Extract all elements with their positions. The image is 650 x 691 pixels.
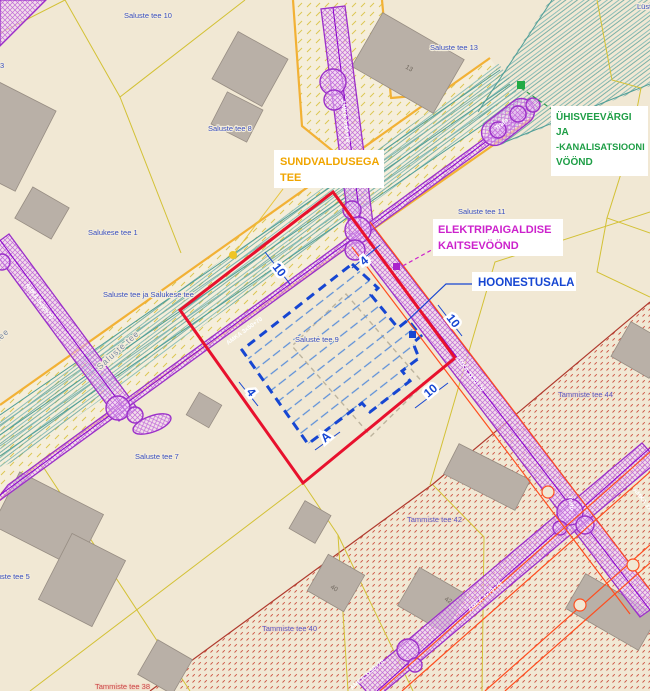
power-pole-circle — [574, 599, 586, 611]
callout-uhisveevargi-line4: VÖÖND — [556, 155, 593, 168]
power-pole-circle — [542, 486, 554, 498]
parcel-label-saluste-10: Saluste tee 10 — [124, 11, 172, 20]
parcel-label-lyst: Lüst — [637, 2, 650, 11]
parcel-label-saluste-7: Saluste tee 7 — [135, 452, 179, 461]
parcel-label-saluste-5: Saluste tee 5 — [0, 572, 30, 581]
hoonestus-marker-dot — [409, 331, 416, 338]
callout-uhisveevargi-line2: JA — [556, 127, 569, 138]
planning-map[interactable]: 13 40 42 — [0, 0, 650, 691]
parcel-label-saluste-3: 3 — [0, 61, 4, 70]
pole-symbol — [576, 516, 594, 534]
pole-symbol — [510, 106, 526, 122]
callout-elektripaigaldise-line1: ELEKTRIPAIGALDISE — [438, 224, 551, 236]
parcel-label-saluste-8: Saluste tee 8 — [208, 124, 252, 133]
callout-hoonestusala: HOONESTUSALA — [472, 272, 576, 291]
pole-symbol — [526, 98, 540, 112]
parcel-label-tammiste-38: Tammiste tee 38 — [95, 682, 150, 691]
parcel-label-tammiste-42: Tammiste tee 42 — [407, 515, 462, 524]
parcel-label-saluste-11: Saluste tee 11 — [458, 207, 505, 216]
callout-uhisveevargi-line3: -KANALISATSIOONI — [556, 142, 645, 152]
parcel-label-saluste-9: Saluste tee 9 — [295, 335, 339, 344]
parcel-label-salukese-1: Salukese tee 1 — [88, 228, 138, 237]
pole-symbol — [106, 396, 130, 420]
callout-elektripaigaldise-line2: KAITSEVÖÖND — [438, 239, 519, 252]
water-marker-dot — [517, 81, 525, 89]
map-canvas[interactable]: 13 40 42 — [0, 0, 650, 691]
power-pole-circle — [627, 559, 639, 571]
parcel-label-tammiste-40: Tammiste tee 40 — [262, 624, 317, 633]
callout-sundvaldusega-tee: SUNDVALDUSEGA TEE — [274, 150, 384, 188]
callout-sundvaldusega-line2: TEE — [280, 172, 301, 184]
callout-sundvaldusega-line1: SUNDVALDUSEGA — [280, 156, 379, 168]
callout-elektripaigaldise: ELEKTRIPAIGALDISE KAITSEVÖÖND — [433, 219, 563, 256]
road-marker-dot — [229, 251, 237, 259]
parcel-label-saluste-ja-salukese: Saluste tee ja Salukese tee — [103, 290, 194, 299]
callout-uhisveevargi: ÜHISVEEVÄRGI JA -KANALISATSIOONI VÖÖND — [551, 106, 648, 176]
electric-marker-dot — [393, 263, 400, 270]
callout-hoonestusala-label: HOONESTUSALA — [478, 277, 574, 289]
pole-symbol — [0, 254, 10, 270]
parcel-label-tammiste-44: Tammiste tee 44 — [558, 390, 613, 399]
callout-uhisveevargi-line1: ÜHISVEEVÄRGI — [556, 110, 632, 123]
parcel-label-saluste-13: Saluste tee 13 — [430, 43, 478, 52]
